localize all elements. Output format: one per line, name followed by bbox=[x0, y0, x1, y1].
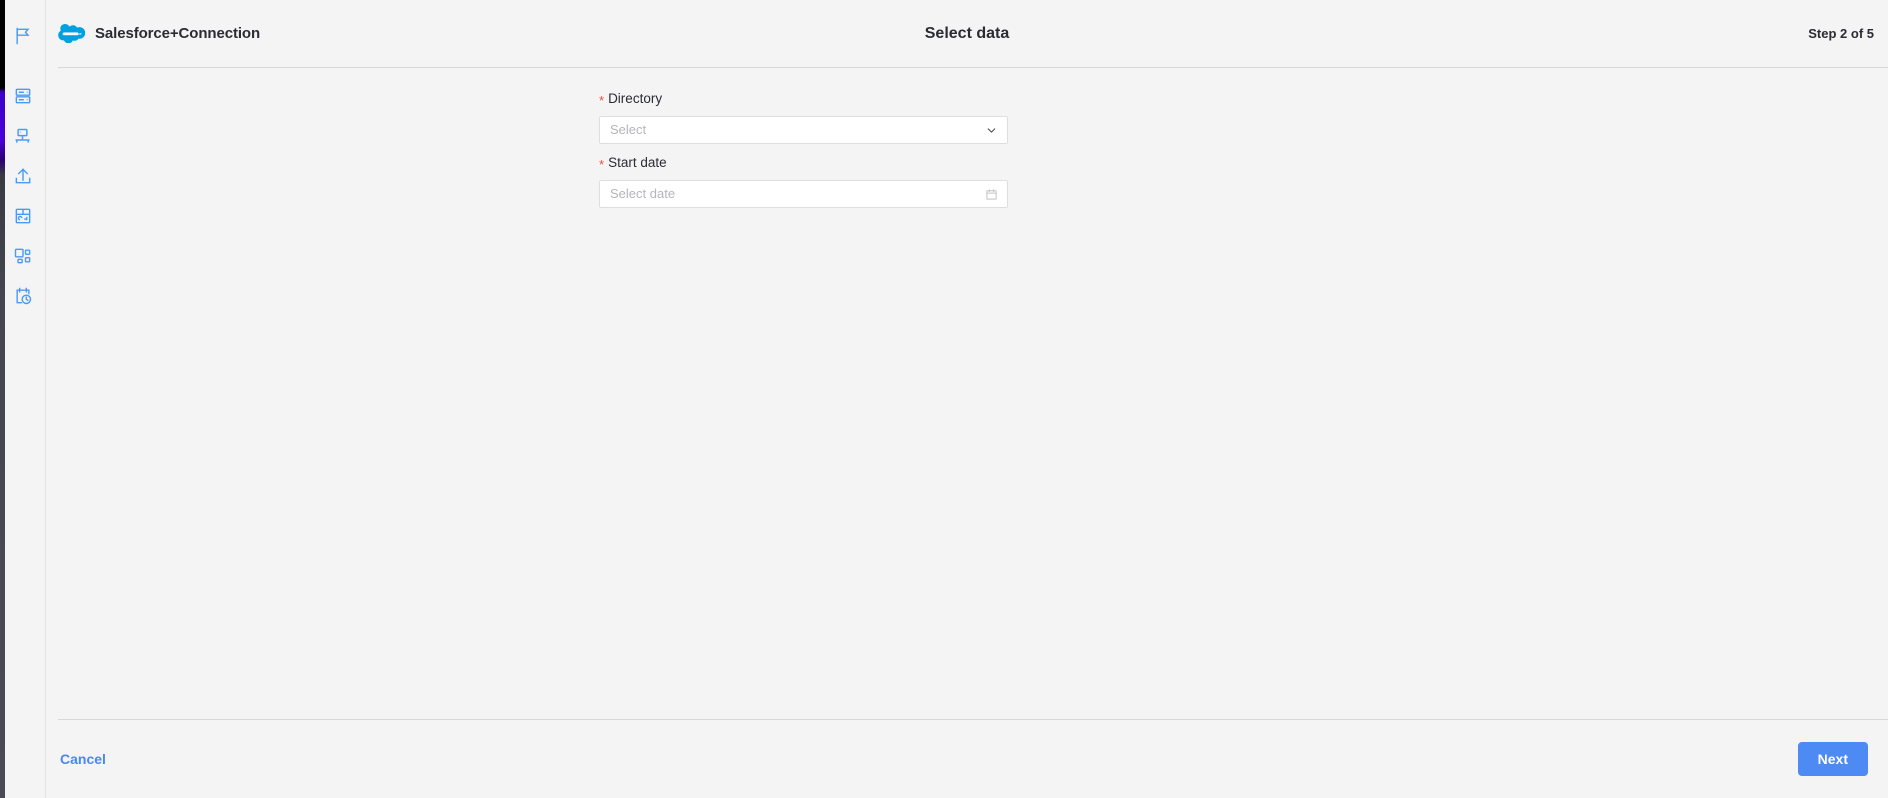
components-icon bbox=[13, 246, 33, 266]
server-icon bbox=[13, 86, 33, 106]
salesforce-cloud-icon: salesforce bbox=[58, 24, 86, 43]
field-directory: * Directory Select bbox=[599, 90, 1008, 144]
directory-select[interactable]: Select bbox=[599, 116, 1008, 144]
next-button[interactable]: Next bbox=[1797, 742, 1868, 776]
left-edge-accent-strip bbox=[0, 0, 5, 798]
network-icon bbox=[12, 126, 33, 147]
brand-block: salesforce Salesforce+Connection bbox=[58, 24, 260, 43]
sidebar-item-components[interactable] bbox=[3, 236, 43, 276]
sidebar-item-flag[interactable] bbox=[3, 16, 43, 56]
chevron-down-icon[interactable] bbox=[983, 122, 999, 138]
main-column: salesforce Salesforce+Connection Select … bbox=[46, 0, 1888, 798]
directory-select-value: Select bbox=[610, 122, 647, 137]
sidebar-item-dashboard[interactable] bbox=[3, 196, 43, 236]
svg-text:salesforce: salesforce bbox=[62, 31, 82, 36]
directory-label-text: Directory bbox=[608, 91, 663, 106]
start-date-value: Select date bbox=[610, 186, 676, 201]
field-start-date: * Start date Select date bbox=[599, 154, 1008, 208]
schedule-icon bbox=[13, 286, 33, 306]
flag-icon bbox=[13, 26, 33, 46]
calendar-icon[interactable] bbox=[983, 186, 999, 202]
start-date-input[interactable]: Select date bbox=[599, 180, 1008, 208]
sidebar-item-network[interactable] bbox=[3, 116, 43, 156]
start-date-label-text: Start date bbox=[608, 155, 667, 170]
wizard-header: salesforce Salesforce+Connection Select … bbox=[46, 0, 1888, 67]
sidebar-item-server[interactable] bbox=[3, 76, 43, 116]
upload-icon bbox=[13, 166, 33, 186]
start-date-label: * Start date bbox=[599, 154, 1008, 172]
required-marker: * bbox=[599, 93, 605, 108]
dashboard-icon bbox=[13, 206, 33, 226]
cancel-button[interactable]: Cancel bbox=[58, 745, 108, 773]
wizard-footer: Cancel Next bbox=[46, 720, 1888, 798]
wizard-body: * Directory Select * Start date Select d… bbox=[46, 68, 1888, 719]
left-nav-sidebar bbox=[0, 0, 46, 798]
wizard-window: salesforce Salesforce+Connection Select … bbox=[0, 0, 1888, 798]
sidebar-item-upload[interactable] bbox=[3, 156, 43, 196]
brand-title: Salesforce+Connection bbox=[95, 25, 261, 42]
step-indicator: Step 2 of 5 bbox=[1808, 26, 1874, 41]
page-title: Select data bbox=[924, 24, 1010, 42]
sidebar-item-schedule[interactable] bbox=[3, 276, 43, 316]
required-marker: * bbox=[599, 157, 605, 172]
directory-label: * Directory bbox=[599, 90, 1008, 108]
select-data-form: * Directory Select * Start date Select d… bbox=[599, 90, 1008, 218]
